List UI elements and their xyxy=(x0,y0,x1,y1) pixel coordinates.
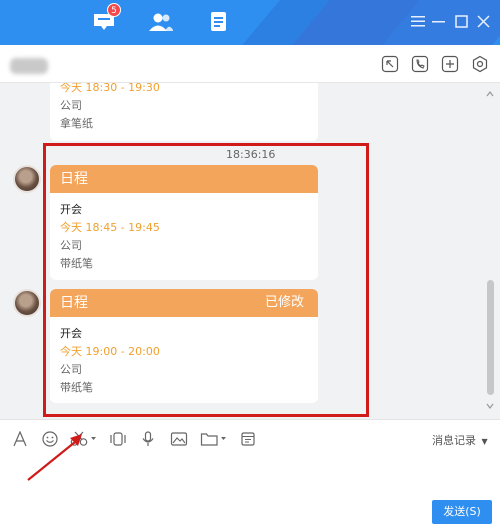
menu-icon[interactable] xyxy=(409,12,427,30)
close-icon[interactable] xyxy=(474,12,492,30)
card-place: 公司 xyxy=(60,99,82,112)
voice-icon[interactable] xyxy=(138,430,158,448)
chevron-down-icon: ▼ xyxy=(481,437,488,446)
top-bar: 5 xyxy=(0,0,500,45)
documents-icon[interactable] xyxy=(206,9,232,35)
schedule-icon[interactable] xyxy=(238,430,258,448)
highlight-box xyxy=(43,143,369,417)
unread-badge: 5 xyxy=(107,3,121,17)
scroll-up-icon xyxy=(486,91,494,97)
maximize-icon[interactable] xyxy=(452,12,470,30)
contact-name-blurred xyxy=(10,58,48,74)
add-member-icon[interactable] xyxy=(440,54,460,74)
scroll-down-icon xyxy=(486,403,494,409)
call-icon[interactable] xyxy=(410,54,430,74)
image-icon[interactable] xyxy=(169,430,189,448)
folder-icon[interactable] xyxy=(200,430,228,448)
schedule-card-partial[interactable]: 今天 18:30 - 19:30 公司 拿笔纸 xyxy=(50,83,318,141)
avatar[interactable] xyxy=(13,165,41,193)
contacts-icon[interactable] xyxy=(148,9,174,35)
annotation-arrow xyxy=(27,434,82,481)
avatar[interactable] xyxy=(13,289,41,317)
card-bring: 拿笔纸 xyxy=(60,117,93,130)
message-history-label: 消息记录 xyxy=(432,434,476,447)
send-button[interactable]: 发送(S) xyxy=(432,500,492,524)
message-history-button[interactable]: 消息记录 ▼ xyxy=(432,432,488,448)
settings-icon[interactable] xyxy=(470,54,490,74)
minimize-icon[interactable] xyxy=(430,12,448,30)
scrollbar-thumb[interactable] xyxy=(487,280,494,395)
card-time: 今天 18:30 - 19:30 xyxy=(60,83,160,94)
chat-header xyxy=(0,45,500,83)
screen-share-icon[interactable] xyxy=(380,54,400,74)
shake-icon[interactable] xyxy=(108,430,128,448)
